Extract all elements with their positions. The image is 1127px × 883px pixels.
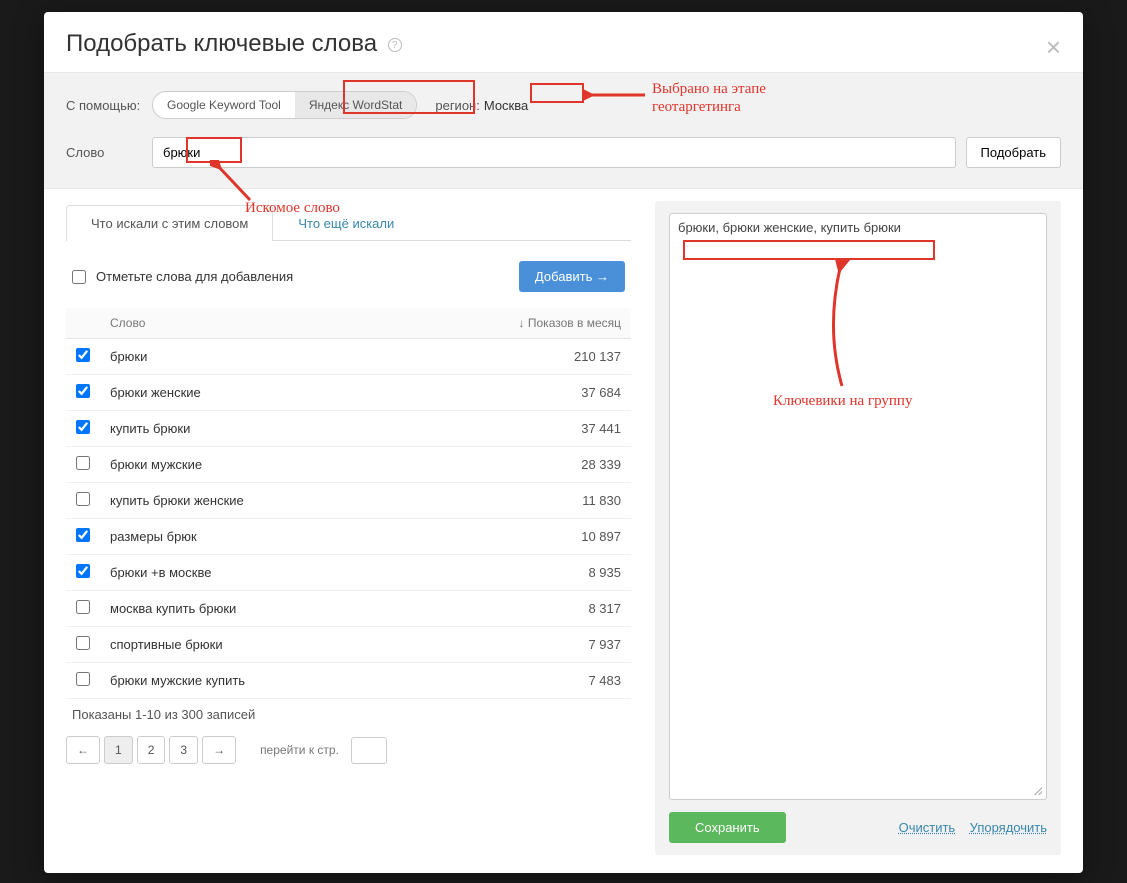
modal-header: Подобрать ключевые слова ? bbox=[44, 12, 1083, 72]
region-label: регион: bbox=[435, 98, 479, 113]
row-word: брюки женские bbox=[100, 375, 397, 411]
col-impressions[interactable]: ↓ Показов в месяц bbox=[397, 308, 631, 339]
tool-row: С помощью: Google Keyword Tool Яндекс Wo… bbox=[66, 91, 1061, 119]
goto-input[interactable] bbox=[351, 737, 387, 764]
table-row: размеры брюк10 897 bbox=[66, 519, 631, 555]
select-all-checkbox[interactable] bbox=[72, 270, 86, 284]
row-impressions: 28 339 bbox=[397, 447, 631, 483]
table-row: спортивные брюки7 937 bbox=[66, 627, 631, 663]
col-word[interactable]: Слово bbox=[100, 308, 397, 339]
row-word: брюки мужские купить bbox=[100, 663, 397, 699]
row-checkbox[interactable] bbox=[76, 636, 90, 650]
row-word: брюки bbox=[100, 339, 397, 375]
word-input[interactable] bbox=[152, 137, 956, 168]
tool-yandex[interactable]: Яндекс WordStat bbox=[295, 92, 417, 118]
row-impressions: 37 441 bbox=[397, 411, 631, 447]
row-impressions: 210 137 bbox=[397, 339, 631, 375]
top-section: С помощью: Google Keyword Tool Яндекс Wo… bbox=[44, 72, 1083, 189]
table-row: купить брюки женские11 830 bbox=[66, 483, 631, 519]
row-word: спортивные брюки bbox=[100, 627, 397, 663]
row-checkbox[interactable] bbox=[76, 672, 90, 686]
right-actions: Сохранить Очистить Упорядочить bbox=[669, 812, 1047, 843]
left-column: Что искали с этим словом Что ещё искали … bbox=[66, 201, 631, 855]
tool-google[interactable]: Google Keyword Tool bbox=[153, 92, 295, 118]
tool-toggle: Google Keyword Tool Яндекс WordStat bbox=[152, 91, 417, 119]
tab-also-searched[interactable]: Что ещё искали bbox=[273, 205, 419, 241]
close-icon[interactable]: × bbox=[1046, 34, 1061, 60]
row-impressions: 37 684 bbox=[397, 375, 631, 411]
pick-button[interactable]: Подобрать bbox=[966, 137, 1061, 168]
row-checkbox[interactable] bbox=[76, 420, 90, 434]
region-value: Москва bbox=[484, 98, 528, 113]
row-impressions: 7 937 bbox=[397, 627, 631, 663]
row-word: брюки мужские bbox=[100, 447, 397, 483]
body-section: Что искали с этим словом Что ещё искали … bbox=[44, 189, 1083, 873]
row-impressions: 8 317 bbox=[397, 591, 631, 627]
select-hint: Отметьте слова для добавления bbox=[96, 269, 293, 284]
pager-row: ← 1 2 3 → перейти к стр. bbox=[66, 722, 631, 764]
row-impressions: 10 897 bbox=[397, 519, 631, 555]
modal-title-text: Подобрать ключевые слова bbox=[66, 30, 377, 57]
row-checkbox[interactable] bbox=[76, 600, 90, 614]
row-word: купить брюки женские bbox=[100, 483, 397, 519]
with-label: С помощью: bbox=[66, 98, 152, 113]
modal-title: Подобрать ключевые слова ? bbox=[66, 30, 402, 58]
pager: ← 1 2 3 → bbox=[66, 736, 236, 764]
row-impressions: 11 830 bbox=[397, 483, 631, 519]
right-column: брюки, брюки женские, купить брюки Сохра… bbox=[655, 201, 1061, 855]
tabs: Что искали с этим словом Что ещё искали bbox=[66, 205, 631, 241]
table-row: брюки мужские28 339 bbox=[66, 447, 631, 483]
row-word: размеры брюк bbox=[100, 519, 397, 555]
keyword-modal: Подобрать ключевые слова ? × С помощью: … bbox=[44, 12, 1083, 873]
row-impressions: 7 483 bbox=[397, 663, 631, 699]
resize-handle-icon[interactable] bbox=[1032, 785, 1042, 795]
table-row: брюки +в москве8 935 bbox=[66, 555, 631, 591]
tab-with-word[interactable]: Что искали с этим словом bbox=[66, 205, 273, 241]
word-row: Слово Подобрать bbox=[66, 137, 1061, 168]
order-link[interactable]: Упорядочить bbox=[970, 820, 1047, 835]
row-checkbox[interactable] bbox=[76, 456, 90, 470]
pager-page-1[interactable]: 1 bbox=[104, 736, 133, 764]
row-word: купить брюки bbox=[100, 411, 397, 447]
table-row: брюки женские37 684 bbox=[66, 375, 631, 411]
results-table: Слово ↓ Показов в месяц брюки210 137брюк… bbox=[66, 308, 631, 699]
records-summary: Показаны 1-10 из 300 записей bbox=[66, 699, 631, 722]
pager-page-3[interactable]: 3 bbox=[169, 736, 198, 764]
row-word: брюки +в москве bbox=[100, 555, 397, 591]
add-row-left: Отметьте слова для добавления bbox=[72, 269, 293, 284]
row-checkbox[interactable] bbox=[76, 348, 90, 362]
word-label: Слово bbox=[66, 145, 152, 160]
row-word: москва купить брюки bbox=[100, 591, 397, 627]
table-row: брюки210 137 bbox=[66, 339, 631, 375]
table-row: купить брюки37 441 bbox=[66, 411, 631, 447]
row-impressions: 8 935 bbox=[397, 555, 631, 591]
goto-label: перейти к стр. bbox=[260, 743, 339, 757]
pager-prev[interactable]: ← bbox=[66, 736, 100, 764]
row-checkbox[interactable] bbox=[76, 564, 90, 578]
keywords-area[interactable]: брюки, брюки женские, купить брюки bbox=[669, 213, 1047, 800]
clear-link[interactable]: Очистить bbox=[899, 820, 956, 835]
row-checkbox[interactable] bbox=[76, 492, 90, 506]
pager-next[interactable]: → bbox=[202, 736, 236, 764]
table-row: брюки мужские купить7 483 bbox=[66, 663, 631, 699]
save-button[interactable]: Сохранить bbox=[669, 812, 786, 843]
row-checkbox[interactable] bbox=[76, 384, 90, 398]
help-icon[interactable]: ? bbox=[388, 38, 402, 52]
add-row: Отметьте слова для добавления Добавить → bbox=[66, 241, 631, 308]
keywords-text: брюки, брюки женские, купить брюки bbox=[678, 220, 901, 235]
add-button[interactable]: Добавить → bbox=[519, 261, 625, 292]
table-row: москва купить брюки8 317 bbox=[66, 591, 631, 627]
pager-page-2[interactable]: 2 bbox=[137, 736, 166, 764]
row-checkbox[interactable] bbox=[76, 528, 90, 542]
